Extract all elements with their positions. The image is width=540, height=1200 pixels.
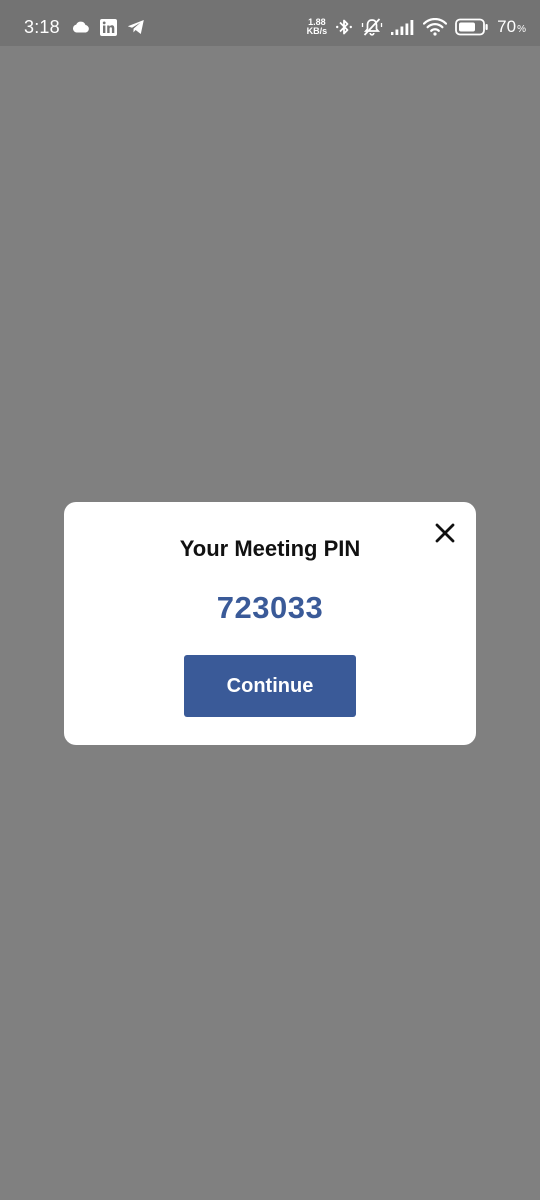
status-time: 3:18 <box>24 16 60 37</box>
signal-icon <box>391 19 415 35</box>
vibrate-off-icon <box>361 17 383 37</box>
network-speed: 1.88 KB/s <box>307 18 328 36</box>
status-bar: 3:18 1.88 KB/s 70% <box>0 0 540 46</box>
continue-button[interactable]: Continue <box>184 655 356 717</box>
battery-percentage: 70% <box>497 17 526 37</box>
status-bar-left: 3:18 <box>24 0 145 54</box>
network-speed-unit: KB/s <box>306 26 328 36</box>
wifi-icon <box>423 18 448 36</box>
meeting-pin-value: 723033 <box>216 590 324 625</box>
meeting-pin-dialog: Your Meeting PIN 723033 Continue <box>64 502 476 745</box>
battery-icon <box>455 18 489 36</box>
linkedin-icon <box>99 18 117 36</box>
battery-percentage-sign: % <box>517 24 526 35</box>
cloud-icon <box>72 21 90 33</box>
status-bar-right: 1.88 KB/s 70% <box>307 0 526 54</box>
battery-percentage-value: 70 <box>497 17 517 36</box>
telegram-icon <box>127 19 145 35</box>
bluetooth-icon <box>335 17 353 37</box>
dialog-title: Your Meeting PIN <box>179 536 361 561</box>
